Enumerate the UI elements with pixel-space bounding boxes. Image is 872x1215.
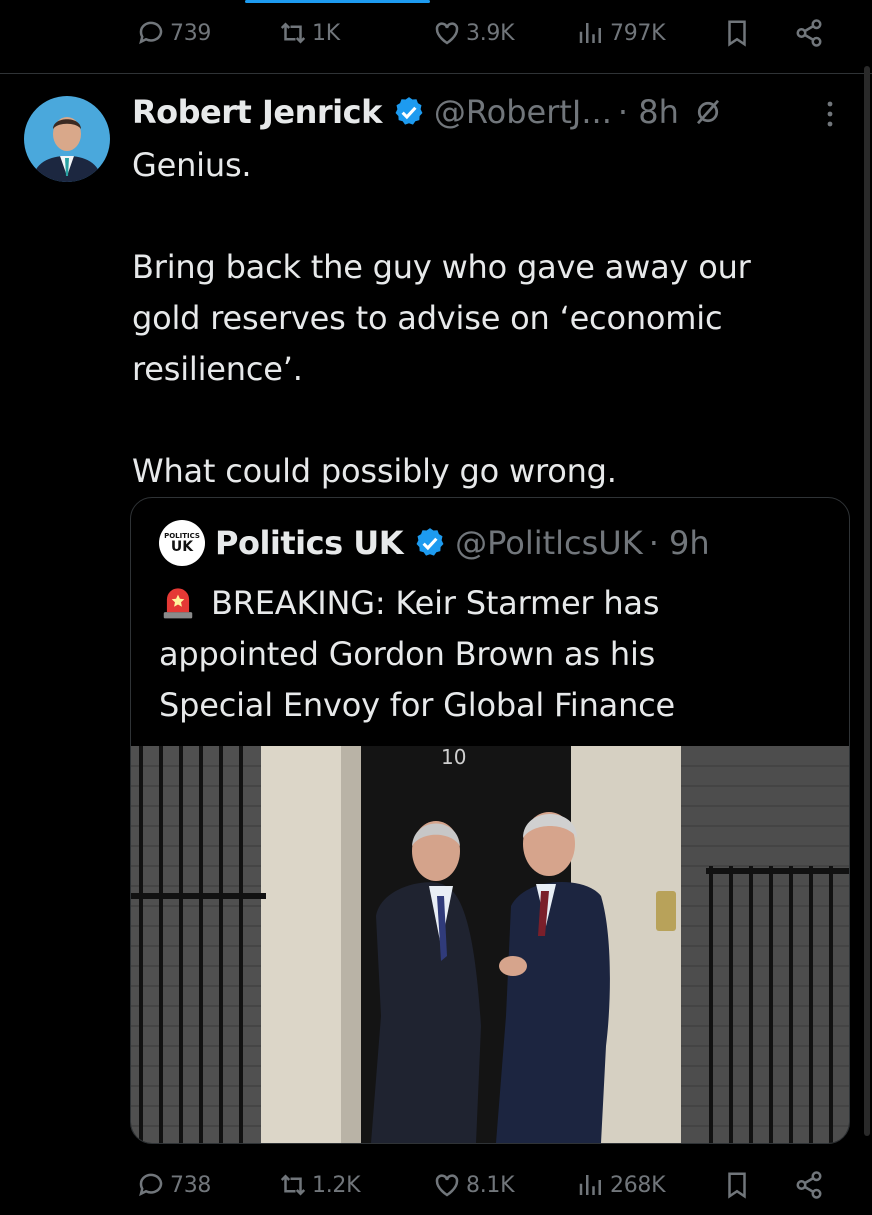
like-button[interactable]: 8.1K	[432, 1155, 515, 1215]
previous-post-action-bar: 739 1K 3.9K 797K	[0, 3, 872, 63]
quoted-post-text: BREAKING: Keir Starmer has appointed Gor…	[159, 584, 676, 724]
post-header: Robert Jenrick @RobertJ... · 8h	[132, 88, 723, 136]
bookmark-button[interactable]	[722, 1155, 756, 1215]
views-count: 797K	[610, 20, 666, 46]
reply-count: 739	[170, 20, 212, 46]
quoted-post[interactable]: POLITICS UK Politics UK @PolitlcsUK · 9h…	[130, 497, 850, 1144]
grok-icon[interactable]	[693, 97, 723, 127]
verified-badge-icon	[416, 528, 444, 556]
quoted-author-handle[interactable]: @PolitlcsUK	[455, 524, 643, 562]
views-count: 268K	[610, 1172, 666, 1198]
views-button[interactable]: 268K	[576, 1155, 666, 1215]
post-time[interactable]: · 8h	[618, 93, 679, 131]
share-button[interactable]	[794, 3, 828, 63]
like-count: 8.1K	[466, 1172, 515, 1198]
door-number: 10	[441, 746, 466, 769]
repost-count: 1K	[312, 20, 340, 46]
siren-emoji-icon	[163, 588, 193, 619]
avatar[interactable]	[24, 96, 110, 182]
share-icon	[796, 19, 822, 47]
quoted-avatar-bottom-text: UK	[170, 538, 194, 555]
reply-button[interactable]: 738	[136, 1155, 211, 1215]
like-count: 3.9K	[466, 20, 515, 46]
bookmark-icon	[728, 20, 746, 47]
reply-icon	[139, 21, 163, 45]
reply-button[interactable]: 739	[136, 3, 211, 63]
heart-icon	[435, 1174, 459, 1197]
views-icon	[579, 1175, 601, 1195]
repost-icon	[280, 1174, 306, 1196]
share-icon	[796, 1171, 822, 1199]
quoted-post-image[interactable]: 10	[131, 745, 849, 1143]
like-button[interactable]: 3.9K	[432, 3, 515, 63]
heart-icon	[435, 22, 459, 45]
repost-icon	[280, 22, 306, 44]
quoted-post-text-block: BREAKING: Keir Starmer has appointed Gor…	[159, 578, 839, 731]
repost-button[interactable]: 1K	[278, 3, 340, 63]
quoted-avatar[interactable]: POLITICS UK	[159, 520, 205, 566]
post-action-bar: 738 1.2K 8.1K 268K	[0, 1155, 872, 1215]
views-button[interactable]: 797K	[576, 3, 666, 63]
post-text: Genius. Bring back the guy who gave away…	[132, 146, 751, 490]
bookmark-icon	[728, 1172, 746, 1199]
share-button[interactable]	[794, 1155, 828, 1215]
repost-count: 1.2K	[312, 1172, 361, 1198]
quoted-post-time[interactable]: · 9h	[649, 524, 710, 562]
bookmark-button[interactable]	[722, 3, 756, 63]
views-icon	[579, 23, 601, 43]
author-name[interactable]: Robert Jenrick	[132, 93, 382, 131]
more-options-icon[interactable]	[818, 96, 842, 132]
quoted-post-header: POLITICS UK Politics UK @PolitlcsUK · 9h	[159, 518, 710, 568]
author-handle[interactable]: @RobertJ...	[434, 93, 612, 131]
reply-icon	[139, 1173, 163, 1197]
post-divider	[0, 73, 872, 74]
verified-badge-icon	[395, 97, 423, 125]
repost-button[interactable]: 1.2K	[278, 1155, 361, 1215]
quoted-author-name[interactable]: Politics UK	[215, 524, 404, 562]
scrollbar[interactable]	[864, 66, 870, 1136]
reply-count: 738	[170, 1172, 212, 1198]
